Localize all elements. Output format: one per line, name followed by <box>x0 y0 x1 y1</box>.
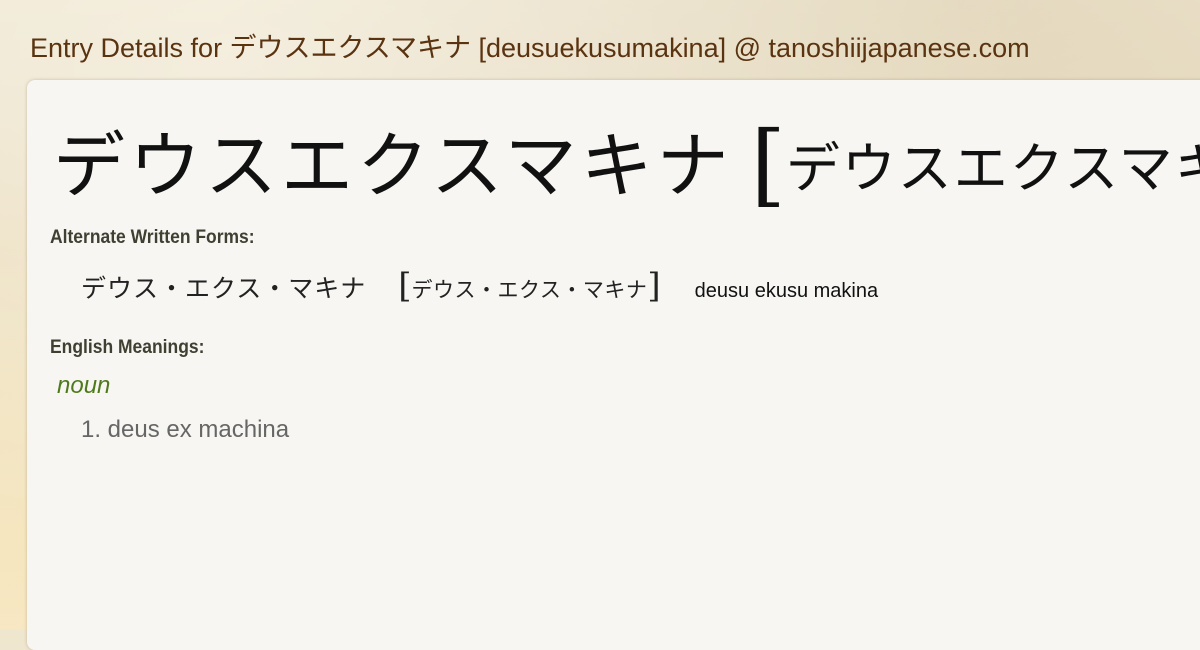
headword-bracket-open: [ <box>750 112 786 217</box>
alternate-bracket-close: ] <box>647 266 661 306</box>
alternate-form-row: デウス・エクス・マキナ [ デウス・エクス・マキナ ] deusu ekusu … <box>81 266 878 306</box>
alternate-forms-label: Alternate Written Forms: <box>50 227 255 248</box>
english-meanings-label: English Meanings: <box>50 337 205 358</box>
alternate-romaji: deusu ekusu makina <box>694 280 879 302</box>
page-title: Entry Details for デウスエクスマキナ [deusuekusum… <box>30 33 1030 63</box>
meaning-item: 1. deus ex machina <box>81 416 290 443</box>
alternate-reading: デウス・エクス・マキナ <box>411 278 648 302</box>
alternate-bracket-open: [ <box>398 266 412 306</box>
headword-reading: デウスエクスマキナ <box>785 137 1200 200</box>
entry-card: デウスエクスマキナ[デウスエクスマキナ Alternate Written Fo… <box>27 80 1200 650</box>
alternate-form: デウス・エクス・マキナ <box>81 274 367 303</box>
part-of-speech: noun <box>57 372 111 399</box>
headword: デウスエクスマキナ[デウスエクスマキナ <box>53 110 1200 221</box>
headword-text: デウスエクスマキナ <box>53 124 733 208</box>
